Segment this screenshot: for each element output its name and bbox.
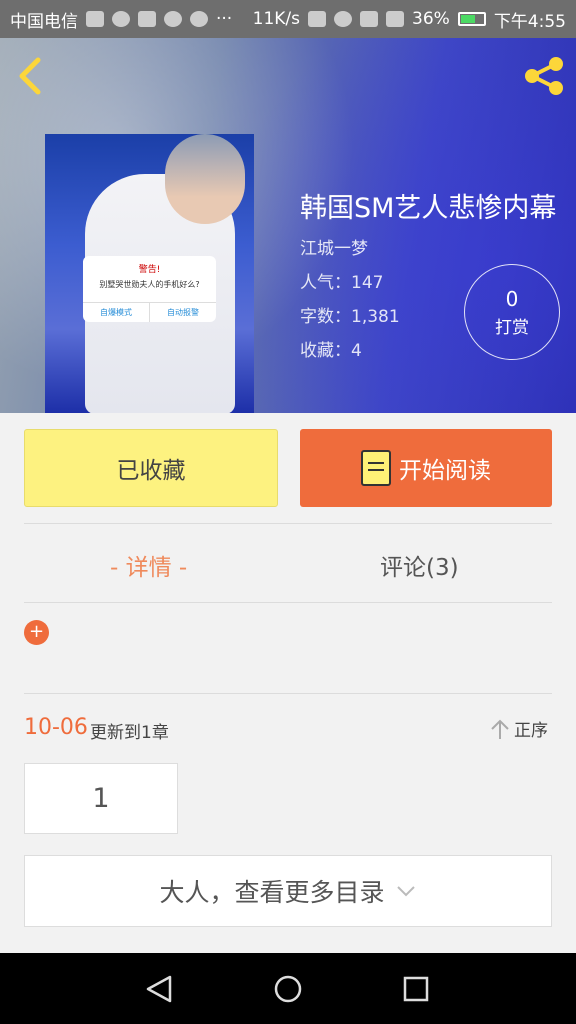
popularity-stat: 人气：147 [300,273,384,293]
browser-notification-icon [190,11,208,27]
eye-icon [334,11,353,27]
system-nav-bar [0,953,576,1024]
book-icon [361,450,391,486]
update-text: 更新到1章 [90,723,169,743]
tip-button[interactable]: 0 打赏 [464,264,560,360]
cover-dialog-right: 自动报警 [149,303,216,322]
sort-button[interactable]: 正序 [490,716,548,741]
chevron-left-icon [19,57,41,95]
battery-icon [457,12,486,26]
chevron-down-icon [396,886,415,897]
share-icon [525,57,563,95]
tip-label: 打赏 [495,318,529,338]
start-reading-label: 开始阅读 [399,458,491,484]
clock: 下午4:55 [493,11,566,32]
wechat-notification-icon [112,11,130,27]
sort-label: 正序 [514,721,548,741]
more-notifications-icon: ··· [216,9,233,29]
vibrate-icon [308,11,327,27]
tab-comments[interactable]: 评论(3) [380,548,459,582]
wifi-icon [360,11,379,27]
more-catalog-button[interactable]: 大人，查看更多目录 [24,855,552,927]
favorited-label: 已收藏 [116,458,186,484]
favorited-button[interactable]: 已收藏 [24,429,278,507]
divider [24,523,552,524]
divider [24,602,552,603]
tab-detail[interactable]: - 详情 - [110,548,187,582]
book-cover[interactable]: 警告! 别墅哭世勋夫人的手机好么? 自爆模式 自动报警 [45,134,254,413]
app-notification-icon [164,11,182,27]
start-reading-button[interactable]: 开始阅读 [300,429,552,507]
status-bar: 中国电信 ··· 11K/s 36% 下午4:55 [0,0,576,38]
share-button[interactable] [522,56,566,96]
arrow-up-icon [491,719,509,739]
signal-icon [386,11,405,27]
heart-notification-icon [86,11,104,27]
expand-button[interactable]: + [24,620,49,645]
back-button[interactable] [14,56,48,96]
circle-home-icon [274,975,302,1003]
triangle-back-icon [146,975,172,1003]
chapter-item[interactable]: 1 [24,763,178,834]
battery-percent: 36% [412,9,450,29]
book-header: 警告! 别墅哭世勋夫人的手机好么? 自爆模式 自动报警 韩国SM艺人悲惨内幕 江… [0,38,576,413]
cover-dialog: 警告! 别墅哭世勋夫人的手机好么? 自爆模式 自动报警 [83,256,216,322]
square-recent-icon [403,976,429,1002]
network-speed: 11K/s [252,9,301,29]
cover-dialog-title: 警告! [138,265,161,275]
update-date: 10-06 [24,715,88,740]
nav-back-button[interactable] [140,971,180,1007]
nav-home-button[interactable] [268,971,308,1007]
book-title: 韩国SM艺人悲惨内幕 [300,193,557,224]
cover-dialog-message: 别墅哭世勋夫人的手机好么? [99,280,200,289]
tip-count: 0 [505,287,519,311]
cover-head [165,134,245,224]
more-catalog-label: 大人，查看更多目录 [159,878,385,907]
book-author[interactable]: 江城一梦 [300,234,368,259]
map-notification-icon [138,11,156,27]
nav-recent-button[interactable] [396,971,436,1007]
cover-dialog-left: 自爆模式 [100,308,132,317]
word-count-stat: 字数：1,381 [300,307,400,327]
divider [24,693,552,694]
favorites-stat: 收藏：4 [300,341,362,361]
carrier-label: 中国电信 [10,11,78,32]
